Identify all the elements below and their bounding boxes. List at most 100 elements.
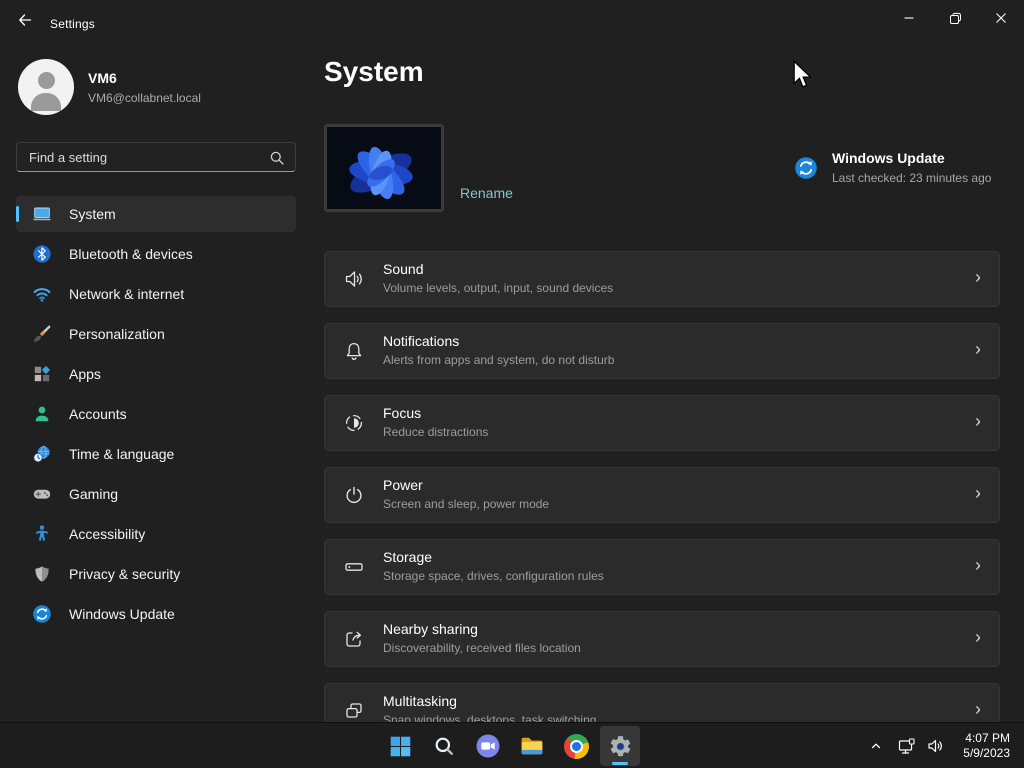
back-arrow-icon bbox=[19, 14, 32, 26]
search-icon[interactable] bbox=[269, 150, 285, 166]
sidebar-nav: System Bluetooth & devices Network & inter… bbox=[16, 196, 296, 636]
volume-icon bbox=[928, 739, 943, 753]
avatar-body-shape bbox=[31, 93, 61, 111]
card-sound[interactable]: Sound Volume levels, output, input, sound… bbox=[324, 251, 1000, 307]
card-notifications[interactable]: Notifications Alerts from apps and system… bbox=[324, 323, 1000, 379]
chevron-right-icon: › bbox=[975, 410, 981, 431]
bluetooth-icon bbox=[32, 244, 52, 264]
bloom-wallpaper-image bbox=[327, 127, 441, 209]
rename-link[interactable]: Rename bbox=[460, 185, 513, 201]
taskbar-start-button[interactable] bbox=[380, 726, 420, 766]
card-subtitle: Storage space, drives, configuration rul… bbox=[383, 569, 604, 583]
restore-button[interactable] bbox=[932, 0, 978, 36]
sidebar-item-gaming[interactable]: Gaming bbox=[16, 476, 296, 512]
personalization-icon bbox=[32, 324, 52, 344]
card-multitasking[interactable]: Multitasking Snap windows, desktops, task… bbox=[324, 683, 1000, 722]
taskbar-chat-button[interactable] bbox=[468, 726, 508, 766]
minimize-button[interactable] bbox=[886, 0, 932, 36]
taskbar-search-button[interactable] bbox=[424, 726, 464, 766]
windows-update-icon bbox=[795, 157, 817, 179]
chat-icon bbox=[475, 733, 501, 759]
sidebar-item-bluetooth-devices[interactable]: Bluetooth & devices bbox=[16, 236, 296, 272]
multitask-icon bbox=[342, 699, 366, 722]
card-power[interactable]: Power Screen and sleep, power mode › bbox=[324, 467, 1000, 523]
share-icon bbox=[342, 627, 366, 651]
taskbar-chrome-button[interactable] bbox=[556, 726, 596, 766]
settings-gear-icon bbox=[608, 734, 633, 759]
sidebar-item-time-language[interactable]: Time & language bbox=[16, 436, 296, 472]
page-title: System bbox=[324, 56, 424, 87]
sidebar-item-label: Personalization bbox=[69, 326, 165, 342]
sidebar-item-personalization[interactable]: Personalization bbox=[16, 316, 296, 352]
card-subtitle: Discoverability, received files location bbox=[383, 641, 581, 655]
chevron-right-icon: › bbox=[975, 554, 981, 575]
taskbar: 4:07 PM 5/9/2023 bbox=[0, 722, 1024, 768]
window-title: Settings bbox=[50, 17, 95, 31]
restore-icon bbox=[949, 12, 961, 24]
focus-icon bbox=[342, 411, 366, 435]
network-icon bbox=[32, 284, 52, 304]
system-icon bbox=[32, 204, 52, 224]
card-nearby-sharing[interactable]: Nearby sharing Discoverability, received … bbox=[324, 611, 1000, 667]
accessibility-icon bbox=[32, 524, 52, 544]
tray-overflow-button[interactable] bbox=[862, 726, 890, 766]
sidebar-item-privacy-security[interactable]: Privacy & security bbox=[16, 556, 296, 592]
storage-icon bbox=[342, 555, 366, 579]
sidebar-item-system[interactable]: System bbox=[16, 196, 296, 232]
card-title: Notifications bbox=[383, 333, 460, 349]
sidebar-item-network-internet[interactable]: Network & internet bbox=[16, 276, 296, 312]
chevron-right-icon: › bbox=[975, 266, 981, 287]
chrome-icon bbox=[563, 733, 589, 759]
selected-indicator bbox=[16, 206, 19, 222]
avatar-head-shape bbox=[38, 72, 55, 89]
card-subtitle: Reduce distractions bbox=[383, 425, 489, 439]
card-title: Nearby sharing bbox=[383, 621, 478, 637]
sidebar-item-label: Time & language bbox=[69, 446, 175, 462]
sidebar-item-label: System bbox=[69, 206, 116, 222]
sidebar-item-label: Gaming bbox=[69, 486, 119, 502]
privacy-icon bbox=[32, 564, 52, 584]
taskbar-clock[interactable]: 4:07 PM 5/9/2023 bbox=[963, 731, 1014, 761]
window-controls bbox=[886, 0, 1024, 36]
sidebar-item-label: Accessibility bbox=[69, 526, 146, 542]
windows-update-title[interactable]: Windows Update bbox=[832, 150, 945, 166]
network-ethernet-icon bbox=[899, 738, 915, 754]
close-icon bbox=[996, 13, 1006, 23]
start-icon bbox=[388, 734, 413, 759]
chevron-right-icon: › bbox=[975, 626, 981, 647]
search-box bbox=[16, 142, 296, 172]
sidebar-item-label: Windows Update bbox=[69, 606, 175, 622]
back-button[interactable] bbox=[12, 8, 38, 32]
settings-card-list: Sound Volume levels, output, input, sound… bbox=[324, 251, 1000, 722]
settings-window: Settings VM6 VM6@collabnet.local Find a … bbox=[0, 0, 1024, 722]
chevron-right-icon: › bbox=[975, 698, 981, 719]
sidebar-item-apps[interactable]: Apps bbox=[16, 356, 296, 392]
sidebar-item-windows-update[interactable]: Windows Update bbox=[16, 596, 296, 632]
sidebar-item-accounts[interactable]: Accounts bbox=[16, 396, 296, 432]
taskbar-search-icon bbox=[432, 734, 457, 759]
power-icon bbox=[342, 483, 366, 507]
card-subtitle: Volume levels, output, input, sound devi… bbox=[383, 281, 614, 295]
windows-update-status: Last checked: 23 minutes ago bbox=[832, 171, 992, 185]
search-input[interactable] bbox=[17, 143, 295, 171]
sidebar-item-accessibility[interactable]: Accessibility bbox=[16, 516, 296, 552]
clock-time: 4:07 PM bbox=[965, 731, 1010, 745]
sidebar-item-label: Accounts bbox=[69, 406, 127, 422]
chevron-right-icon: › bbox=[975, 338, 981, 359]
close-button[interactable] bbox=[978, 0, 1024, 36]
update-icon bbox=[32, 604, 52, 624]
taskbar-settings-button[interactable] bbox=[600, 726, 640, 766]
card-focus[interactable]: Focus Reduce distractions › bbox=[324, 395, 1000, 451]
card-subtitle: Screen and sleep, power mode bbox=[383, 497, 550, 511]
card-title: Focus bbox=[383, 405, 422, 421]
gaming-icon bbox=[32, 484, 52, 504]
volume-tray-button[interactable] bbox=[919, 726, 953, 766]
bell-icon bbox=[342, 339, 366, 363]
avatar[interactable] bbox=[18, 59, 74, 115]
taskbar-file-explorer-button[interactable] bbox=[512, 726, 552, 766]
network-tray-button[interactable] bbox=[890, 726, 919, 766]
sidebar-item-label: Bluetooth & devices bbox=[69, 246, 193, 262]
accounts-icon bbox=[32, 404, 52, 424]
chevron-right-icon: › bbox=[975, 482, 981, 503]
card-storage[interactable]: Storage Storage space, drives, configurat… bbox=[324, 539, 1000, 595]
